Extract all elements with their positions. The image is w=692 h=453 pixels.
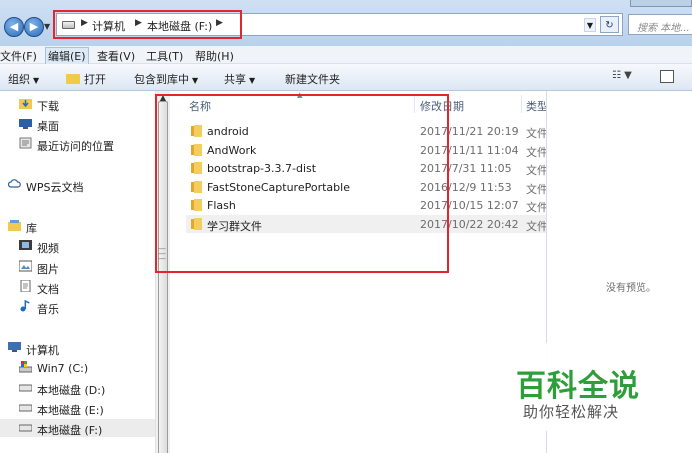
picture-icon [19,260,32,272]
window-controls[interactable] [630,0,692,7]
no-preview-message: 没有预览。 [606,283,656,294]
recent-pages-dropdown-icon[interactable]: ▼ [44,22,50,31]
nav-item-desktop[interactable]: 桌面 [0,115,155,133]
nav-item-drive-c[interactable]: Win7 (C:) [0,359,155,377]
video-icon [19,240,32,250]
command-bar: 组织 ▼ 打开 包含到库中 ▼ 共享 ▼ 新建文件夹 ☷ ▼ [0,64,692,91]
watermark-logo: 百科全说 助你轻松解决 [496,343,668,431]
nav-label: 本地磁盘 (F:) [37,424,103,437]
nav-item-pictures[interactable]: 图片 [0,258,155,276]
search-placeholder: 搜索 本地... [637,23,690,34]
cloud-icon [8,179,21,188]
nav-label: 图片 [37,263,59,276]
open-label: 打开 [84,73,106,86]
organize-label: 组织 [8,73,30,86]
highlight-box-address [53,10,242,39]
include-in-library-button[interactable]: 包含到库中 ▼ [134,71,198,87]
drive-icon [19,424,32,432]
file-type: 文件夹 [526,183,546,196]
open-button[interactable]: 打开 [66,71,106,87]
back-icon[interactable]: ◀ [4,17,24,37]
nav-item-videos[interactable]: 视频 [0,237,155,255]
menu-help[interactable]: 帮助(H) [195,48,234,64]
nav-item-music[interactable]: 音乐 [0,298,155,316]
preview-pane-toggle-icon[interactable] [660,70,674,83]
menu-tools[interactable]: 工具(T) [146,48,183,64]
menu-edit[interactable]: 编辑(E) [45,47,89,65]
nav-label: 文档 [37,283,59,296]
nav-item-wps-cloud[interactable]: WPS云文档 [0,176,155,194]
chevron-down-icon: ▼ [249,76,256,85]
music-icon [20,300,30,312]
nav-label: 下载 [37,100,59,113]
column-header-type[interactable]: 类型 [526,98,546,114]
nav-label: 本地磁盘 (E:) [37,404,104,417]
nav-label: Win7 (C:) [37,362,89,375]
menu-view[interactable]: 查看(V) [97,48,135,64]
search-input[interactable]: 搜索 本地... [628,14,692,35]
nav-item-drive-f[interactable]: 本地磁盘 (F:) [0,419,155,437]
nav-item-recent-places[interactable]: 最近访问的位置 [0,135,155,153]
watermark-slogan: 助你轻松解决 [523,403,620,421]
drive-icon [19,384,32,392]
view-options-icon[interactable]: ☷ ▼ [612,70,632,81]
recent-places-icon [19,137,32,149]
column-divider[interactable] [521,95,522,113]
nav-label: 计算机 [26,344,59,357]
nav-label: 音乐 [37,303,59,316]
nav-label: 本地磁盘 (D:) [37,384,106,397]
share-button[interactable]: 共享 ▼ [224,71,255,87]
computer-icon [8,342,21,352]
organize-button[interactable]: 组织 ▼ [8,71,39,87]
nav-label: WPS云文档 [26,181,84,194]
nav-label: 库 [26,222,37,235]
file-type: 文件夹 [526,127,546,140]
highlight-box-files [155,94,449,273]
document-icon [20,280,31,292]
menu-bar: 文件(F) 编辑(E) 查看(V) 工具(T) 帮助(H) [0,46,692,65]
folder-open-icon [66,74,80,84]
nav-item-computer[interactable]: 计算机 [0,339,155,357]
system-drive-icon [19,361,32,373]
nav-item-library[interactable]: 库 [0,217,155,235]
file-type: 文件夹 [526,201,546,214]
file-type: 文件夹 [526,220,546,233]
nav-item-drive-e[interactable]: 本地磁盘 (E:) [0,399,155,417]
file-type: 文件夹 [526,146,546,159]
nav-item-drive-d[interactable]: 本地磁盘 (D:) [0,379,155,397]
address-history-dropdown-icon[interactable]: ▼ [584,18,596,32]
chevron-down-icon: ▼ [33,76,40,85]
nav-item-downloads[interactable]: 下载 [0,95,155,113]
share-label: 共享 [224,73,246,86]
library-icon [8,220,21,231]
include-in-library-label: 包含到库中 [134,73,189,86]
chevron-down-icon: ▼ [192,76,199,85]
nav-label: 最近访问的位置 [37,140,114,153]
nav-label: 视频 [37,242,59,255]
menu-file[interactable]: 文件(F) [0,48,37,64]
forward-icon[interactable]: ▶ [24,17,44,37]
nav-label: 桌面 [37,120,59,133]
file-type: 文件夹 [526,164,546,177]
watermark-brand: 百科全说 [516,369,640,404]
download-folder-icon [19,99,32,109]
new-folder-button[interactable]: 新建文件夹 [285,71,340,87]
desktop-icon [19,119,32,129]
navigation-pane: 下载 桌面 最近访问的位置 WPS云文档 库 视频 图片 文档 音乐 计算机 W… [0,91,170,453]
nav-item-documents[interactable]: 文档 [0,278,155,296]
refresh-icon[interactable]: ↻ [600,16,619,33]
drive-icon [19,404,32,412]
